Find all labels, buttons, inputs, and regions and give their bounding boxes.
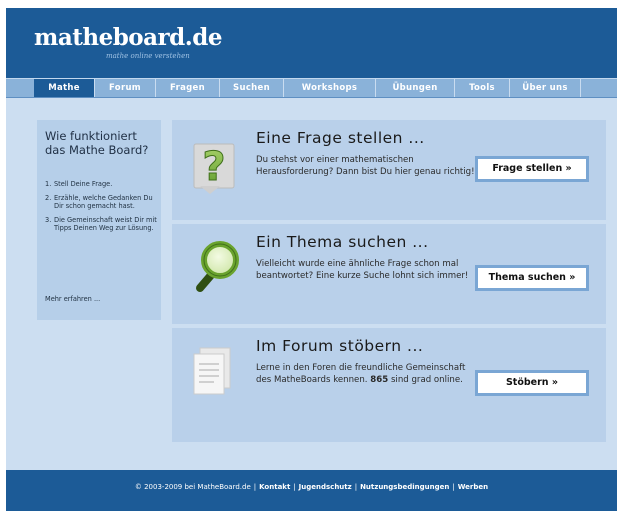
nav-item-fragen[interactable]: Fragen bbox=[156, 79, 220, 97]
online-count: 865 bbox=[370, 375, 389, 385]
site-header: matheboard.de mathe online verstehen bbox=[6, 8, 617, 78]
page-frame: matheboard.de mathe online verstehen Mat… bbox=[6, 8, 617, 511]
step-text: Erzähle, welche Gedanken Du Dir schon ge… bbox=[54, 194, 153, 210]
step-item: 1. Stell Deine Frage. bbox=[45, 180, 157, 188]
forum-text: Lerne in den Foren die freundliche Gemei… bbox=[256, 362, 476, 386]
site-tagline: mathe online verstehen bbox=[106, 52, 190, 60]
more-info-link[interactable]: Mehr erfahren ... bbox=[45, 295, 100, 303]
step-item: 3. Die Gemeinschaft weist Dir mit Tipps D… bbox=[45, 216, 157, 232]
ask-text: Du stehst vor einer mathematischen Herau… bbox=[256, 155, 475, 177]
nav-item-workshops[interactable]: Workshops bbox=[284, 79, 376, 97]
search-topic-button[interactable]: Thema suchen » bbox=[475, 265, 589, 291]
how-it-works-sidebar: Wie funktioniert das Mathe Board? 1. Stel… bbox=[37, 120, 161, 320]
site-logo[interactable]: matheboard.de bbox=[34, 24, 222, 51]
steps-list: 1. Stell Deine Frage. 2. Erzähle, welche G… bbox=[45, 180, 157, 238]
step-text: Stell Deine Frage. bbox=[54, 180, 113, 188]
footer-text: © 2003-2009 bei MatheBoard.de | Kontakt | Ju… bbox=[134, 483, 489, 491]
step-number: 2. bbox=[45, 194, 52, 202]
nav-item-tools[interactable]: Tools bbox=[455, 79, 510, 97]
main-nav: Mathe Forum Fragen Suchen Workshops Übun… bbox=[6, 78, 617, 98]
nav-item-ueber-uns[interactable]: Über uns bbox=[510, 79, 581, 97]
step-text: Die Gemeinschaft weist Dir mit Tipps Dei… bbox=[54, 216, 157, 232]
site-footer: © 2003-2009 bei MatheBoard.de | Kontakt | Ju… bbox=[6, 470, 617, 511]
forum-text-online: sind grad online. bbox=[390, 375, 463, 385]
forum-browse-panel: Im Forum stöbern ... Lerne in den Foren … bbox=[172, 328, 606, 442]
question-mark-icon: ? bbox=[186, 134, 246, 194]
nav-item-forum[interactable]: Forum bbox=[95, 79, 156, 97]
search-topic-panel: Ein Thema suchen ... Vielleicht wurde ei… bbox=[172, 224, 606, 324]
browse-forum-button[interactable]: Stöbern » bbox=[475, 370, 589, 396]
copyright: © 2003-2009 bei MatheBoard.de bbox=[134, 483, 251, 491]
footer-link-werben[interactable]: Werben bbox=[458, 483, 488, 491]
footer-link-nutzungsbedingungen[interactable]: Nutzungsbedingungen bbox=[360, 483, 449, 491]
ask-question-button[interactable]: Frage stellen » bbox=[475, 156, 589, 182]
step-number: 1. bbox=[45, 180, 52, 188]
magnifier-icon bbox=[186, 238, 246, 298]
nav-item-mathe[interactable]: Mathe bbox=[34, 79, 95, 97]
documents-icon bbox=[186, 342, 246, 402]
sidebar-title: Wie funktioniert das Mathe Board? bbox=[45, 129, 149, 157]
step-item: 2. Erzähle, welche Gedanken Du Dir schon … bbox=[45, 194, 157, 210]
svg-text:?: ? bbox=[202, 144, 225, 190]
footer-link-kontakt[interactable]: Kontakt bbox=[259, 483, 290, 491]
forum-title: Im Forum stöbern ... bbox=[256, 337, 424, 355]
search-text: Vielleicht wurde eine ähnliche Frage sch… bbox=[256, 259, 469, 281]
ask-question-panel: ? Eine Frage stellen ... Du stehst vor e… bbox=[172, 120, 606, 220]
search-title: Ein Thema suchen ... bbox=[256, 233, 429, 251]
ask-title: Eine Frage stellen ... bbox=[256, 129, 425, 147]
nav-item-uebungen[interactable]: Übungen bbox=[376, 79, 455, 97]
footer-link-jugendschutz[interactable]: Jugendschutz bbox=[299, 483, 352, 491]
step-number: 3. bbox=[45, 216, 52, 224]
nav-item-suchen[interactable]: Suchen bbox=[220, 79, 284, 97]
